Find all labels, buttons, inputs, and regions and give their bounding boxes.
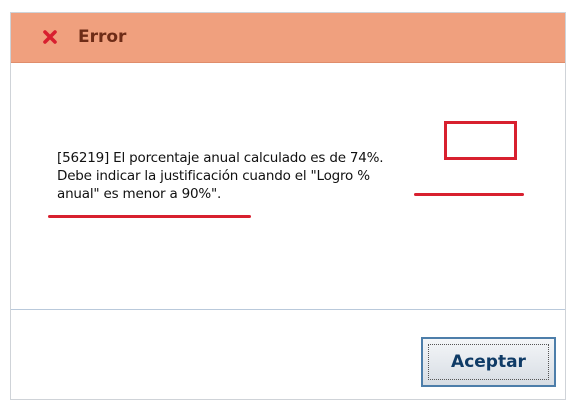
error-dialog: Error [56219] El porcentaje anual calcul… — [10, 12, 566, 400]
close-icon — [41, 28, 59, 46]
highlight-underline — [48, 215, 251, 218]
accept-button-label: Aceptar — [451, 352, 526, 372]
dialog-titlebar: Error — [11, 13, 565, 63]
footer-divider — [11, 309, 565, 310]
dialog-title: Error — [78, 27, 127, 47]
highlight-underline — [414, 193, 524, 196]
accept-button[interactable]: Aceptar — [421, 337, 556, 387]
highlight-box — [444, 121, 517, 160]
message-line-2: Debe indicar la justificación cuando el … — [57, 168, 370, 184]
